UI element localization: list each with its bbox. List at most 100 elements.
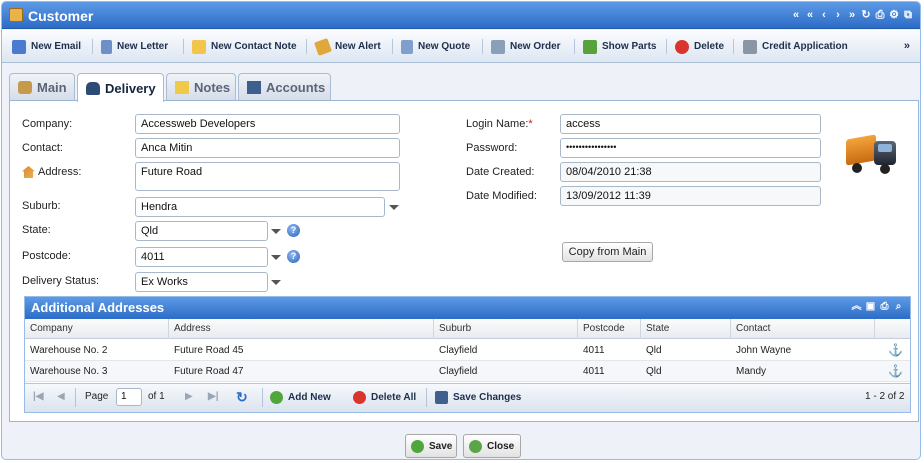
first-page-icon[interactable]: |◀: [33, 391, 44, 402]
column-header-row: Company Address Suburb Postcode State Co…: [25, 319, 910, 339]
refresh-icon[interactable]: ↻: [236, 389, 248, 406]
next-page-icon[interactable]: ▶: [185, 391, 193, 402]
new-order-button[interactable]: New Order: [491, 38, 561, 55]
letter-icon: [101, 39, 112, 54]
previous-page-icon[interactable]: ◀: [57, 391, 65, 402]
new-alert-button[interactable]: New Alert: [314, 37, 381, 56]
company-field[interactable]: Accessweb Developers: [135, 114, 400, 134]
book-icon: [247, 81, 261, 94]
table-row[interactable]: Warehouse No. 3 Future Road 47 Clayfield…: [25, 361, 910, 382]
suburb-combo[interactable]: Hendra: [135, 197, 385, 217]
chevron-down-icon[interactable]: [271, 255, 281, 260]
password-field[interactable]: ••••••••••••••••: [560, 138, 821, 158]
toolbar-separator: [482, 39, 483, 54]
address-field[interactable]: Future Road: [135, 162, 400, 191]
page-number-field[interactable]: 1: [116, 388, 142, 406]
chevron-down-icon[interactable]: [389, 205, 399, 210]
copy-from-main-button[interactable]: Copy from Main: [562, 242, 653, 262]
settings-icon[interactable]: ⚙: [888, 8, 900, 22]
help-icon[interactable]: ?: [287, 250, 300, 263]
cell-company: Warehouse No. 3: [30, 366, 108, 377]
chevron-down-icon[interactable]: [271, 280, 281, 285]
state-label: State:: [22, 224, 51, 236]
paging-toolbar: |◀ ◀ Page 1 of 1 ▶ ▶| ↻ Add New Delete A…: [25, 383, 910, 412]
refresh-icon[interactable]: ↻: [860, 8, 872, 22]
footer-bar: Save Close: [2, 424, 920, 459]
page-label: Page: [85, 391, 109, 402]
tab-main[interactable]: Main: [9, 73, 75, 101]
next-record-icon[interactable]: ›: [832, 8, 844, 22]
add-new-button[interactable]: Add New: [270, 391, 331, 404]
date-modified-label: Date Modified:: [466, 190, 537, 202]
new-email-button[interactable]: New Email: [12, 38, 81, 55]
column-header-state[interactable]: State: [641, 319, 731, 339]
check-icon: [411, 439, 424, 453]
column-header-company[interactable]: Company: [25, 319, 169, 339]
anchor-icon[interactable]: ⚓: [883, 361, 903, 382]
new-contact-note-button[interactable]: New Contact Note: [192, 38, 297, 55]
credit-application-button[interactable]: Credit Application: [743, 38, 848, 55]
additional-addresses-grid: Additional Addresses ︽ ▣ ⎙ ⌕ Company Add…: [24, 296, 911, 413]
column-header-address[interactable]: Address: [169, 319, 434, 339]
delivery-truck-icon: [846, 133, 898, 175]
window-title: Customer: [28, 8, 94, 24]
new-letter-button[interactable]: New Letter: [101, 38, 168, 55]
help-icon[interactable]: ?: [287, 224, 300, 237]
title-tools: « « ‹ › » ↻ ⎙ ⚙ ⧉: [790, 8, 914, 22]
parts-icon: [583, 39, 597, 54]
delete-all-button[interactable]: Delete All: [353, 391, 416, 404]
delete-button[interactable]: Delete: [675, 38, 724, 55]
grid-tools: ︽ ▣ ⎙ ⌕: [851, 301, 904, 313]
note-icon: [192, 39, 206, 54]
print-icon[interactable]: ⎙: [879, 301, 890, 313]
suburb-label: Suburb:: [22, 200, 61, 212]
password-label: Password:: [466, 142, 518, 154]
restore-icon[interactable]: ⧉: [902, 8, 914, 22]
paging-separator: [426, 388, 427, 407]
close-button[interactable]: Close: [463, 434, 521, 458]
previous-record-icon[interactable]: ‹: [818, 8, 830, 22]
anchor-icon[interactable]: ⚓: [883, 340, 903, 361]
paging-summary: 1 - 2 of 2: [865, 391, 905, 402]
cell-contact: Mandy: [736, 366, 767, 377]
toolbar-separator: [666, 39, 667, 54]
search-icon[interactable]: ⌕: [893, 301, 904, 313]
contact-field[interactable]: Anca Mitin: [135, 138, 400, 158]
save-button[interactable]: Save: [405, 434, 457, 458]
order-icon: [491, 39, 505, 54]
toolbar-overflow-button[interactable]: »: [904, 40, 910, 52]
toolbar-separator: [183, 39, 184, 54]
print-icon[interactable]: ⎙: [874, 8, 886, 22]
show-parts-button[interactable]: Show Parts: [583, 38, 656, 55]
new-quote-button[interactable]: New Quote: [401, 38, 470, 55]
column-header-postcode[interactable]: Postcode: [578, 319, 641, 339]
toolbar-separator: [392, 39, 393, 54]
cell-postcode: 4011: [583, 366, 605, 377]
main-icon: [18, 81, 32, 94]
last-record-icon[interactable]: »: [846, 8, 858, 22]
save-changes-button[interactable]: Save Changes: [435, 391, 521, 404]
save-icon[interactable]: ▣: [865, 301, 876, 313]
postcode-combo[interactable]: 4011: [135, 247, 268, 267]
column-header-suburb[interactable]: Suburb: [434, 319, 578, 339]
table-row[interactable]: Warehouse No. 2 Future Road 45 Clayfield…: [25, 340, 910, 361]
login-name-field[interactable]: access: [560, 114, 821, 134]
tab-notes[interactable]: Notes: [166, 73, 236, 101]
tab-accounts[interactable]: Accounts: [238, 73, 331, 101]
date-created-field: 08/04/2010 21:38: [560, 162, 821, 182]
delete-icon: [675, 39, 689, 54]
last-page-icon[interactable]: ▶|: [208, 391, 219, 402]
collapse-icon[interactable]: ︽: [851, 301, 862, 313]
column-header-contact[interactable]: Contact: [731, 319, 875, 339]
postcode-label: Postcode:: [22, 250, 71, 262]
contact-label: Contact:: [22, 142, 63, 154]
delivery-status-combo[interactable]: Ex Works: [135, 272, 268, 292]
toolbar-separator: [92, 39, 93, 54]
previous-page-icon[interactable]: «: [804, 8, 816, 22]
first-record-icon[interactable]: «: [790, 8, 802, 22]
tab-delivery[interactable]: Delivery: [77, 73, 164, 102]
state-combo[interactable]: Qld: [135, 221, 268, 241]
chevron-down-icon[interactable]: [271, 229, 281, 234]
company-label: Company:: [22, 118, 73, 130]
cell-company: Warehouse No. 2: [30, 345, 108, 356]
